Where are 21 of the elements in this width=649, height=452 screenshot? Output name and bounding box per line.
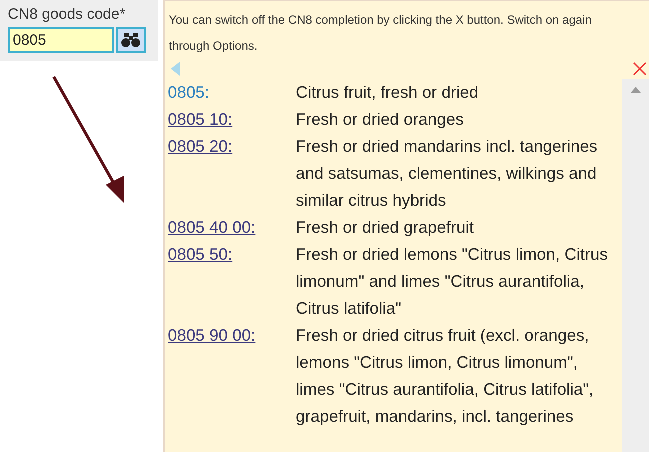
- code-description: Fresh or dried oranges: [296, 109, 465, 131]
- code-description: Citrus fruit, fresh or dried: [296, 82, 480, 104]
- search-button[interactable]: [116, 27, 146, 53]
- code-link[interactable]: 0805 50:: [168, 245, 233, 264]
- code-link[interactable]: 0805 20:: [168, 137, 233, 156]
- code-description: Fresh or dried mandarins incl. tangerines and satsumas, clementines, wilkings and similar citrus hybrids: [296, 136, 599, 212]
- code-link[interactable]: 0805 40 00:: [168, 218, 256, 237]
- close-icon[interactable]: [633, 62, 647, 76]
- left-triangle-icon[interactable]: [171, 62, 180, 76]
- goods-code-field[interactable]: 0805: [8, 27, 114, 53]
- code-link[interactable]: 0805 10:: [168, 110, 233, 129]
- scroll-up-icon[interactable]: [630, 87, 640, 93]
- code-description: Fresh or dried citrus fruit (excl. oranges, lemons "Citrus limon, Citrus limonum", limes "Citrus aurantifolia, Citrus latifolia", grapefruit, mandarins, incl. tangerines: [296, 325, 595, 428]
- binoculars-icon: [121, 32, 141, 48]
- code-link[interactable]: 0805 90 00:: [168, 326, 256, 345]
- hint-text: You can switch off the CN8 completion by clicking the X button. Switch on again through Options.: [168, 12, 593, 55]
- scrollbar[interactable]: [622, 79, 649, 452]
- code-description: Fresh or dried grapefruit: [296, 217, 476, 239]
- code-description: Fresh or dried lemons "Citrus limon, Citrus limonum" and limes "Citrus aurantifolia, Citrus latifolia": [296, 244, 610, 320]
- code-link[interactable]: 0805:: [168, 83, 210, 102]
- field-label: CN8 goods code*: [8, 6, 127, 23]
